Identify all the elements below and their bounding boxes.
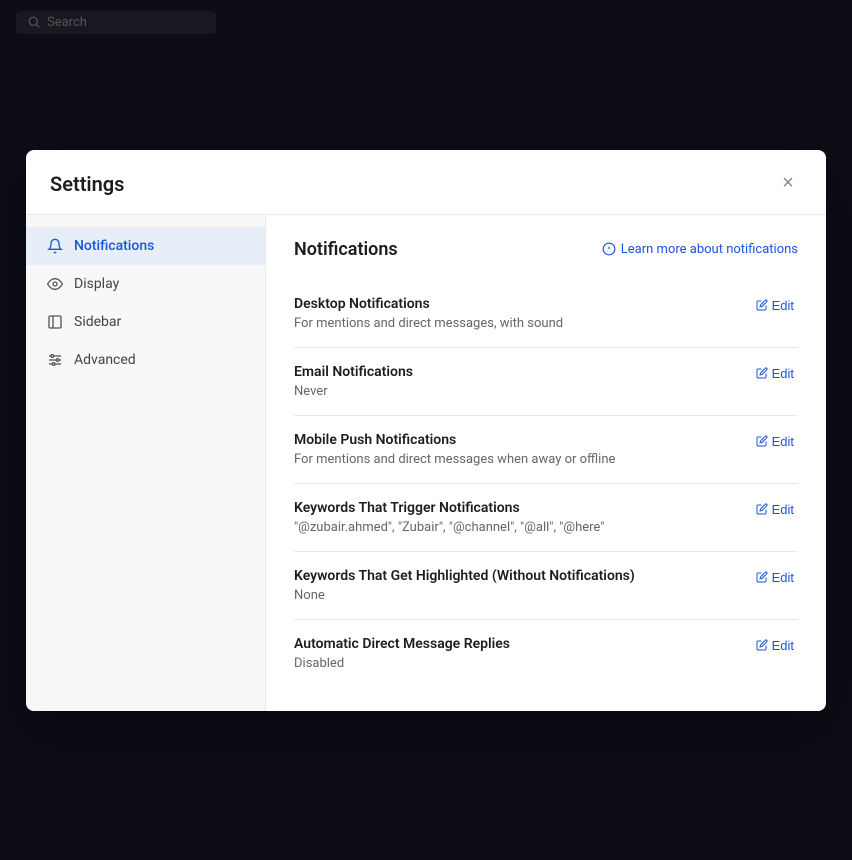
sidebar-item-advanced-label: Advanced xyxy=(74,352,136,368)
edit-label: Edit xyxy=(772,366,794,381)
notif-info: Keywords That Trigger Notifications "@zu… xyxy=(294,500,736,535)
notification-row: Keywords That Get Highlighted (Without N… xyxy=(294,552,798,620)
notif-name: Mobile Push Notifications xyxy=(294,432,736,448)
notif-value: For mentions and direct messages, with s… xyxy=(294,316,736,331)
sidebar-item-display[interactable]: Display xyxy=(26,265,265,303)
sidebar-icon xyxy=(46,313,64,331)
notification-row: Mobile Push Notifications For mentions a… xyxy=(294,416,798,484)
modal-body: Notifications Display xyxy=(26,215,826,711)
notif-info: Email Notifications Never xyxy=(294,364,736,399)
notif-name: Keywords That Get Highlighted (Without N… xyxy=(294,568,736,584)
edit-button-4[interactable]: Edit xyxy=(752,568,798,587)
advanced-icon xyxy=(46,351,64,369)
edit-button-0[interactable]: Edit xyxy=(752,296,798,315)
notification-row: Email Notifications Never Edit xyxy=(294,348,798,416)
notification-row: Desktop Notifications For mentions and d… xyxy=(294,280,798,348)
notification-row: Keywords That Trigger Notifications "@zu… xyxy=(294,484,798,552)
notif-info: Desktop Notifications For mentions and d… xyxy=(294,296,736,331)
settings-sidebar: Notifications Display xyxy=(26,215,266,711)
edit-button-5[interactable]: Edit xyxy=(752,636,798,655)
modal-title: Settings xyxy=(50,172,124,196)
edit-label: Edit xyxy=(772,502,794,517)
edit-label: Edit xyxy=(772,298,794,313)
edit-label: Edit xyxy=(772,570,794,585)
bell-icon xyxy=(46,237,64,255)
notif-name: Email Notifications xyxy=(294,364,736,380)
notif-info: Automatic Direct Message Replies Disable… xyxy=(294,636,736,671)
notif-value: Disabled xyxy=(294,656,736,671)
sidebar-item-advanced[interactable]: Advanced xyxy=(26,341,265,379)
notif-value: None xyxy=(294,588,736,603)
settings-modal: Settings × Notifications xyxy=(26,150,826,711)
sidebar-item-sidebar-label: Sidebar xyxy=(74,314,121,330)
notif-value: For mentions and direct messages when aw… xyxy=(294,452,736,467)
edit-icon xyxy=(756,503,768,515)
notif-value: "@zubair.ahmed", "Zubair", "@channel", "… xyxy=(294,520,736,535)
learn-more-label: Learn more about notifications xyxy=(621,242,798,257)
notif-name: Automatic Direct Message Replies xyxy=(294,636,736,652)
eye-icon xyxy=(46,275,64,293)
notif-info: Keywords That Get Highlighted (Without N… xyxy=(294,568,736,603)
edit-label: Edit xyxy=(772,434,794,449)
info-icon xyxy=(602,242,616,256)
modal-header: Settings × xyxy=(26,150,826,215)
notification-rows: Desktop Notifications For mentions and d… xyxy=(294,280,798,687)
edit-icon xyxy=(756,639,768,651)
edit-label: Edit xyxy=(772,638,794,653)
content-header: Notifications Learn more about notificat… xyxy=(294,239,798,260)
close-icon: × xyxy=(782,172,794,195)
settings-content: Notifications Learn more about notificat… xyxy=(266,215,826,711)
notif-name: Keywords That Trigger Notifications xyxy=(294,500,736,516)
edit-button-1[interactable]: Edit xyxy=(752,364,798,383)
modal-overlay: Settings × Notifications xyxy=(0,0,852,860)
edit-icon xyxy=(756,367,768,379)
sidebar-item-sidebar[interactable]: Sidebar xyxy=(26,303,265,341)
notification-row: Automatic Direct Message Replies Disable… xyxy=(294,620,798,687)
edit-icon xyxy=(756,435,768,447)
content-title: Notifications xyxy=(294,239,398,260)
edit-button-3[interactable]: Edit xyxy=(752,500,798,519)
sidebar-item-display-label: Display xyxy=(74,276,119,292)
notif-name: Desktop Notifications xyxy=(294,296,736,312)
edit-icon xyxy=(756,299,768,311)
edit-button-2[interactable]: Edit xyxy=(752,432,798,451)
edit-icon xyxy=(756,571,768,583)
notif-info: Mobile Push Notifications For mentions a… xyxy=(294,432,736,467)
learn-more-link[interactable]: Learn more about notifications xyxy=(602,242,798,257)
notif-value: Never xyxy=(294,384,736,399)
close-button[interactable]: × xyxy=(774,170,802,198)
sidebar-item-notifications[interactable]: Notifications xyxy=(26,227,265,265)
sidebar-item-notifications-label: Notifications xyxy=(74,238,154,254)
